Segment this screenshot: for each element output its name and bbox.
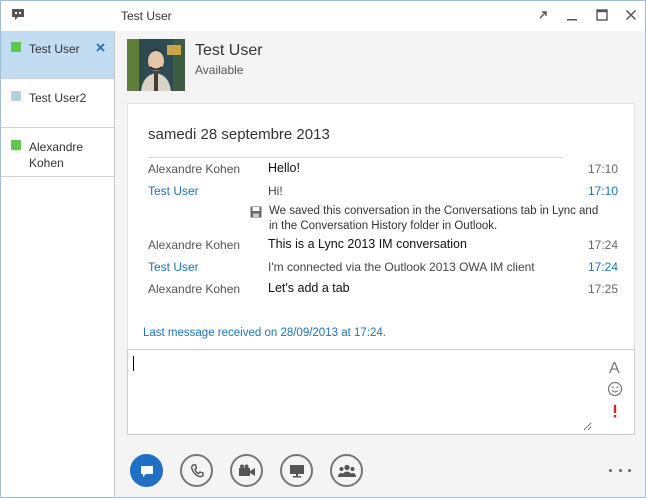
save-icon xyxy=(250,206,262,218)
message-time: 17:10 xyxy=(587,184,618,198)
message-sender[interactable]: Test User xyxy=(148,260,199,274)
presence-available-icon xyxy=(11,42,21,52)
lync-app-icon[interactable] xyxy=(10,7,28,23)
date-divider xyxy=(148,157,563,158)
conversation-item-test-user[interactable]: Test User xyxy=(1,31,114,79)
emoticon-icon xyxy=(607,381,623,397)
conversation-item-alexandre-kohen[interactable]: Alexandre Kohen xyxy=(1,129,114,177)
participants-button[interactable] xyxy=(330,454,363,487)
video-button[interactable] xyxy=(230,454,263,487)
font-button[interactable]: A xyxy=(606,358,624,376)
more-options-button[interactable] xyxy=(609,465,631,475)
maximize-button[interactable] xyxy=(591,5,613,25)
importance-icon xyxy=(613,405,617,418)
contact-header: Test User Available xyxy=(115,31,645,103)
title-bar: Test User xyxy=(1,1,645,31)
call-button[interactable] xyxy=(180,454,213,487)
message-history: samedi 28 septembre 2013 Alexandre Kohen… xyxy=(127,103,635,349)
save-notice-text: We saved this conversation in the Conver… xyxy=(269,205,599,232)
im-button[interactable] xyxy=(130,454,163,487)
message-sender: Alexandre Kohen xyxy=(148,162,241,176)
avatar[interactable] xyxy=(127,39,185,91)
message-sender: Alexandre Kohen xyxy=(148,238,241,252)
importance-button[interactable] xyxy=(606,402,624,420)
close-icon xyxy=(625,9,637,21)
modality-toolbar xyxy=(115,443,645,497)
message-text: Hello! xyxy=(268,161,300,175)
conversation-item-test-user2[interactable]: Test User2 xyxy=(1,80,114,128)
contact-name[interactable]: Test User xyxy=(195,42,263,60)
window-title: Test User xyxy=(121,9,172,23)
conversation-list: Test User Test User2 Alexandre Kohen xyxy=(1,31,115,497)
conversation-item-label: Alexandre Kohen xyxy=(29,140,84,170)
more-icon xyxy=(609,468,612,472)
close-window-button[interactable] xyxy=(620,5,642,25)
conversation-date: samedi 28 septembre 2013 xyxy=(148,126,330,143)
popout-button[interactable] xyxy=(532,5,554,25)
svg-text:A: A xyxy=(609,360,620,375)
emoticon-button[interactable] xyxy=(606,380,624,398)
message-time: 17:24 xyxy=(587,260,618,274)
message-time: 17:10 xyxy=(587,162,618,176)
present-button[interactable] xyxy=(280,454,313,487)
message-text: I'm connected via the Outlook 2013 OWA I… xyxy=(268,260,535,274)
message-sender: Alexandre Kohen xyxy=(148,282,241,296)
message-sender[interactable]: Test User xyxy=(148,184,199,198)
font-icon: A xyxy=(609,360,620,375)
close-icon xyxy=(95,42,105,52)
im-icon xyxy=(140,465,153,477)
phone-icon xyxy=(190,463,204,477)
message-time: 17:25 xyxy=(587,282,618,296)
compose-area: A xyxy=(127,349,635,435)
maximize-icon xyxy=(596,9,608,21)
participants-icon xyxy=(337,464,356,477)
conversation-main: Test User Available samedi 28 septembre … xyxy=(115,31,645,497)
minimize-button[interactable] xyxy=(561,5,583,25)
popout-icon xyxy=(539,11,547,19)
message-text: This is a Lync 2013 IM conversation xyxy=(268,237,467,251)
conversation-item-label: Test User2 xyxy=(29,91,87,105)
presence-available-icon xyxy=(11,140,21,150)
video-icon xyxy=(238,464,255,476)
minimize-icon xyxy=(567,19,577,21)
message-text: Let's add a tab xyxy=(268,281,350,295)
close-conversation-button[interactable] xyxy=(94,41,106,53)
message-input[interactable] xyxy=(132,353,592,431)
contact-status: Available xyxy=(195,63,244,77)
present-icon xyxy=(289,464,304,477)
last-received-status: Last message received on 28/09/2013 at 1… xyxy=(143,327,386,339)
message-time: 17:24 xyxy=(587,238,618,252)
message-text: Hi! xyxy=(268,184,283,198)
conversation-window: Test User Test User Test User2 Alexandre… xyxy=(0,0,646,498)
presence-offline-icon xyxy=(11,91,21,101)
conversation-item-label: Test User xyxy=(29,42,80,56)
